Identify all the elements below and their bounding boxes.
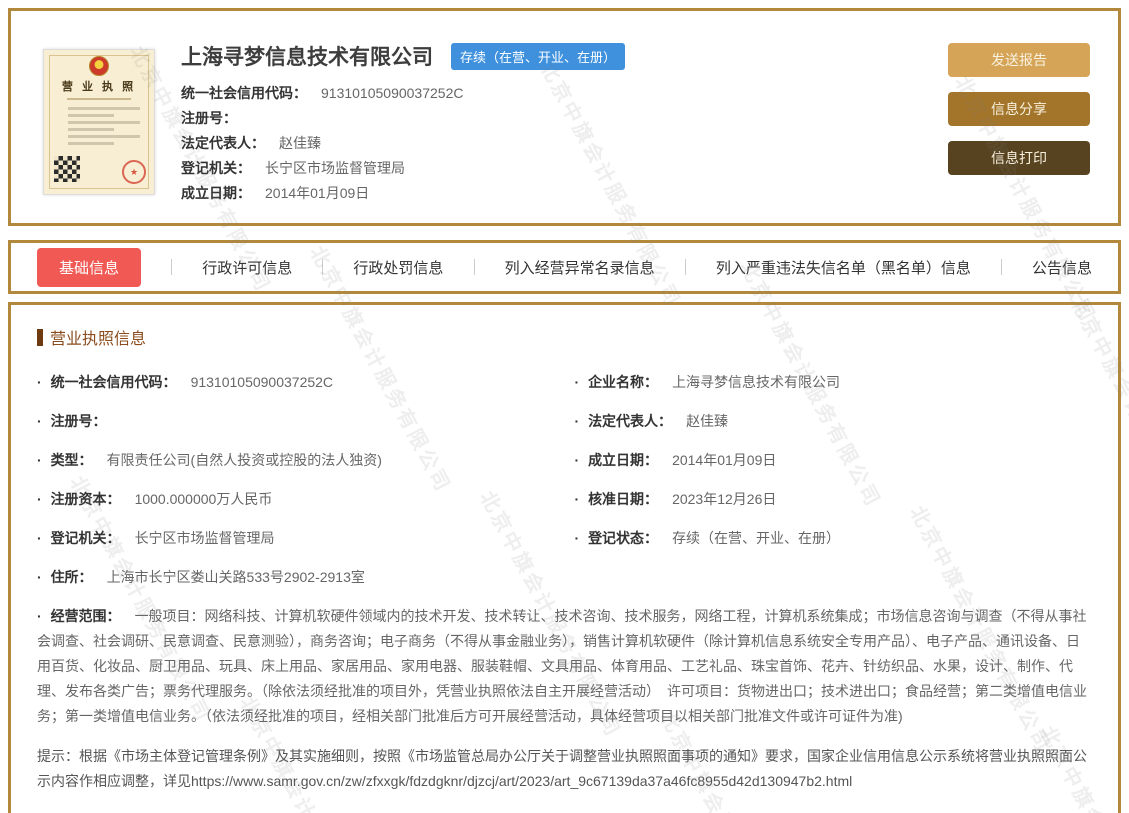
section-title-bar [37, 329, 43, 346]
print-info-button[interactable]: 信息打印 [948, 141, 1090, 175]
field-company-type: 类型：有限责任公司(自然人投资或控股的法人独资) [37, 441, 555, 480]
action-buttons: 发送报告 信息分享 信息打印 [948, 37, 1090, 203]
field-reg-number: 注册号： [37, 402, 555, 441]
field-address: 住所：上海市长宁区娄山关路533号2902-2913室 [37, 558, 1092, 597]
field-uscc: 统一社会信用代码：91310105090037252C [37, 363, 555, 402]
tab-basic-info[interactable]: 基础信息 [37, 248, 141, 287]
tab-admin-license[interactable]: 行政许可信息 [202, 257, 292, 278]
red-seal-icon [122, 160, 146, 184]
license-info-grid: 统一社会信用代码：91310105090037252C 企业名称：上海寻梦信息技… [37, 363, 1092, 736]
tab-admin-penalty[interactable]: 行政处罚信息 [353, 257, 443, 278]
field-registered-capital: 注册资本：1000.000000万人民币 [37, 480, 555, 519]
field-approval-date: 核准日期：2023年12月26日 [575, 480, 1093, 519]
page: 北京中旗会计服务有限公司 北京中旗会计服务有限公司 北京中旗会计服务有限公司 北… [0, 0, 1129, 813]
share-info-button[interactable]: 信息分享 [948, 92, 1090, 126]
tab-separator [474, 259, 475, 275]
tab-separator [322, 259, 323, 275]
header-field-establish-date: 成立日期：2014年01月09日 [181, 181, 948, 206]
field-legal-rep: 法定代表人：赵佳臻 [575, 402, 1093, 441]
tab-blacklist[interactable]: 列入严重违法失信名单（黑名单）信息 [716, 257, 971, 278]
send-report-button[interactable]: 发送报告 [948, 43, 1090, 77]
field-establish-date: 成立日期：2014年01月09日 [575, 441, 1093, 480]
qr-code [54, 156, 80, 182]
tab-separator [171, 259, 172, 275]
field-reg-status: 登记状态：存续（在营、开业、在册） [575, 519, 1093, 558]
section-title-text: 营业执照信息 [50, 325, 146, 349]
header-field-reg-authority: 登记机关：长宁区市场监督管理局 [181, 156, 948, 181]
header-field-uscc: 统一社会信用代码：91310105090037252C [181, 81, 948, 106]
tab-announcements[interactable]: 公告信息 [1032, 257, 1092, 278]
tab-separator [1001, 259, 1002, 275]
basic-info-panel: 营业执照信息 统一社会信用代码：91310105090037252C 企业名称：… [8, 302, 1121, 813]
status-badge: 存续（在营、开业、在册） [451, 43, 625, 70]
tab-separator [685, 259, 686, 275]
field-business-scope: 经营范围：一般项目：网络科技、计算机软硬件领域内的技术开发、技术转让、技术咨询、… [37, 597, 1092, 736]
company-info: 上海寻梦信息技术有限公司 存续（在营、开业、在册） 统一社会信用代码：91310… [181, 37, 948, 203]
company-name: 上海寻梦信息技术有限公司 [181, 41, 433, 71]
field-reg-authority: 登记机关：长宁区市场监督管理局 [37, 519, 555, 558]
section-title: 营业执照信息 [37, 325, 1092, 349]
tab-abnormal-operation-list[interactable]: 列入经营异常名录信息 [505, 257, 655, 278]
header-field-reg-number: 注册号： [181, 106, 948, 131]
notice-text: 提示：根据《市场主体登记管理条例》及其实施细则，按照《市场监管总局办公厅关于调整… [37, 744, 1092, 794]
company-header-card: 营 业 执 照 上海寻梦信息技术有限公司 存续（在营、开业、在册） 统一社会信用… [8, 8, 1121, 226]
tab-bar: 基础信息 行政许可信息 行政处罚信息 列入经营异常名录信息 列入严重违法失信名单… [8, 240, 1121, 294]
business-license-image: 营 业 执 照 [43, 49, 155, 195]
field-company-name: 企业名称：上海寻梦信息技术有限公司 [575, 363, 1093, 402]
header-field-legal-rep: 法定代表人：赵佳臻 [181, 131, 948, 156]
